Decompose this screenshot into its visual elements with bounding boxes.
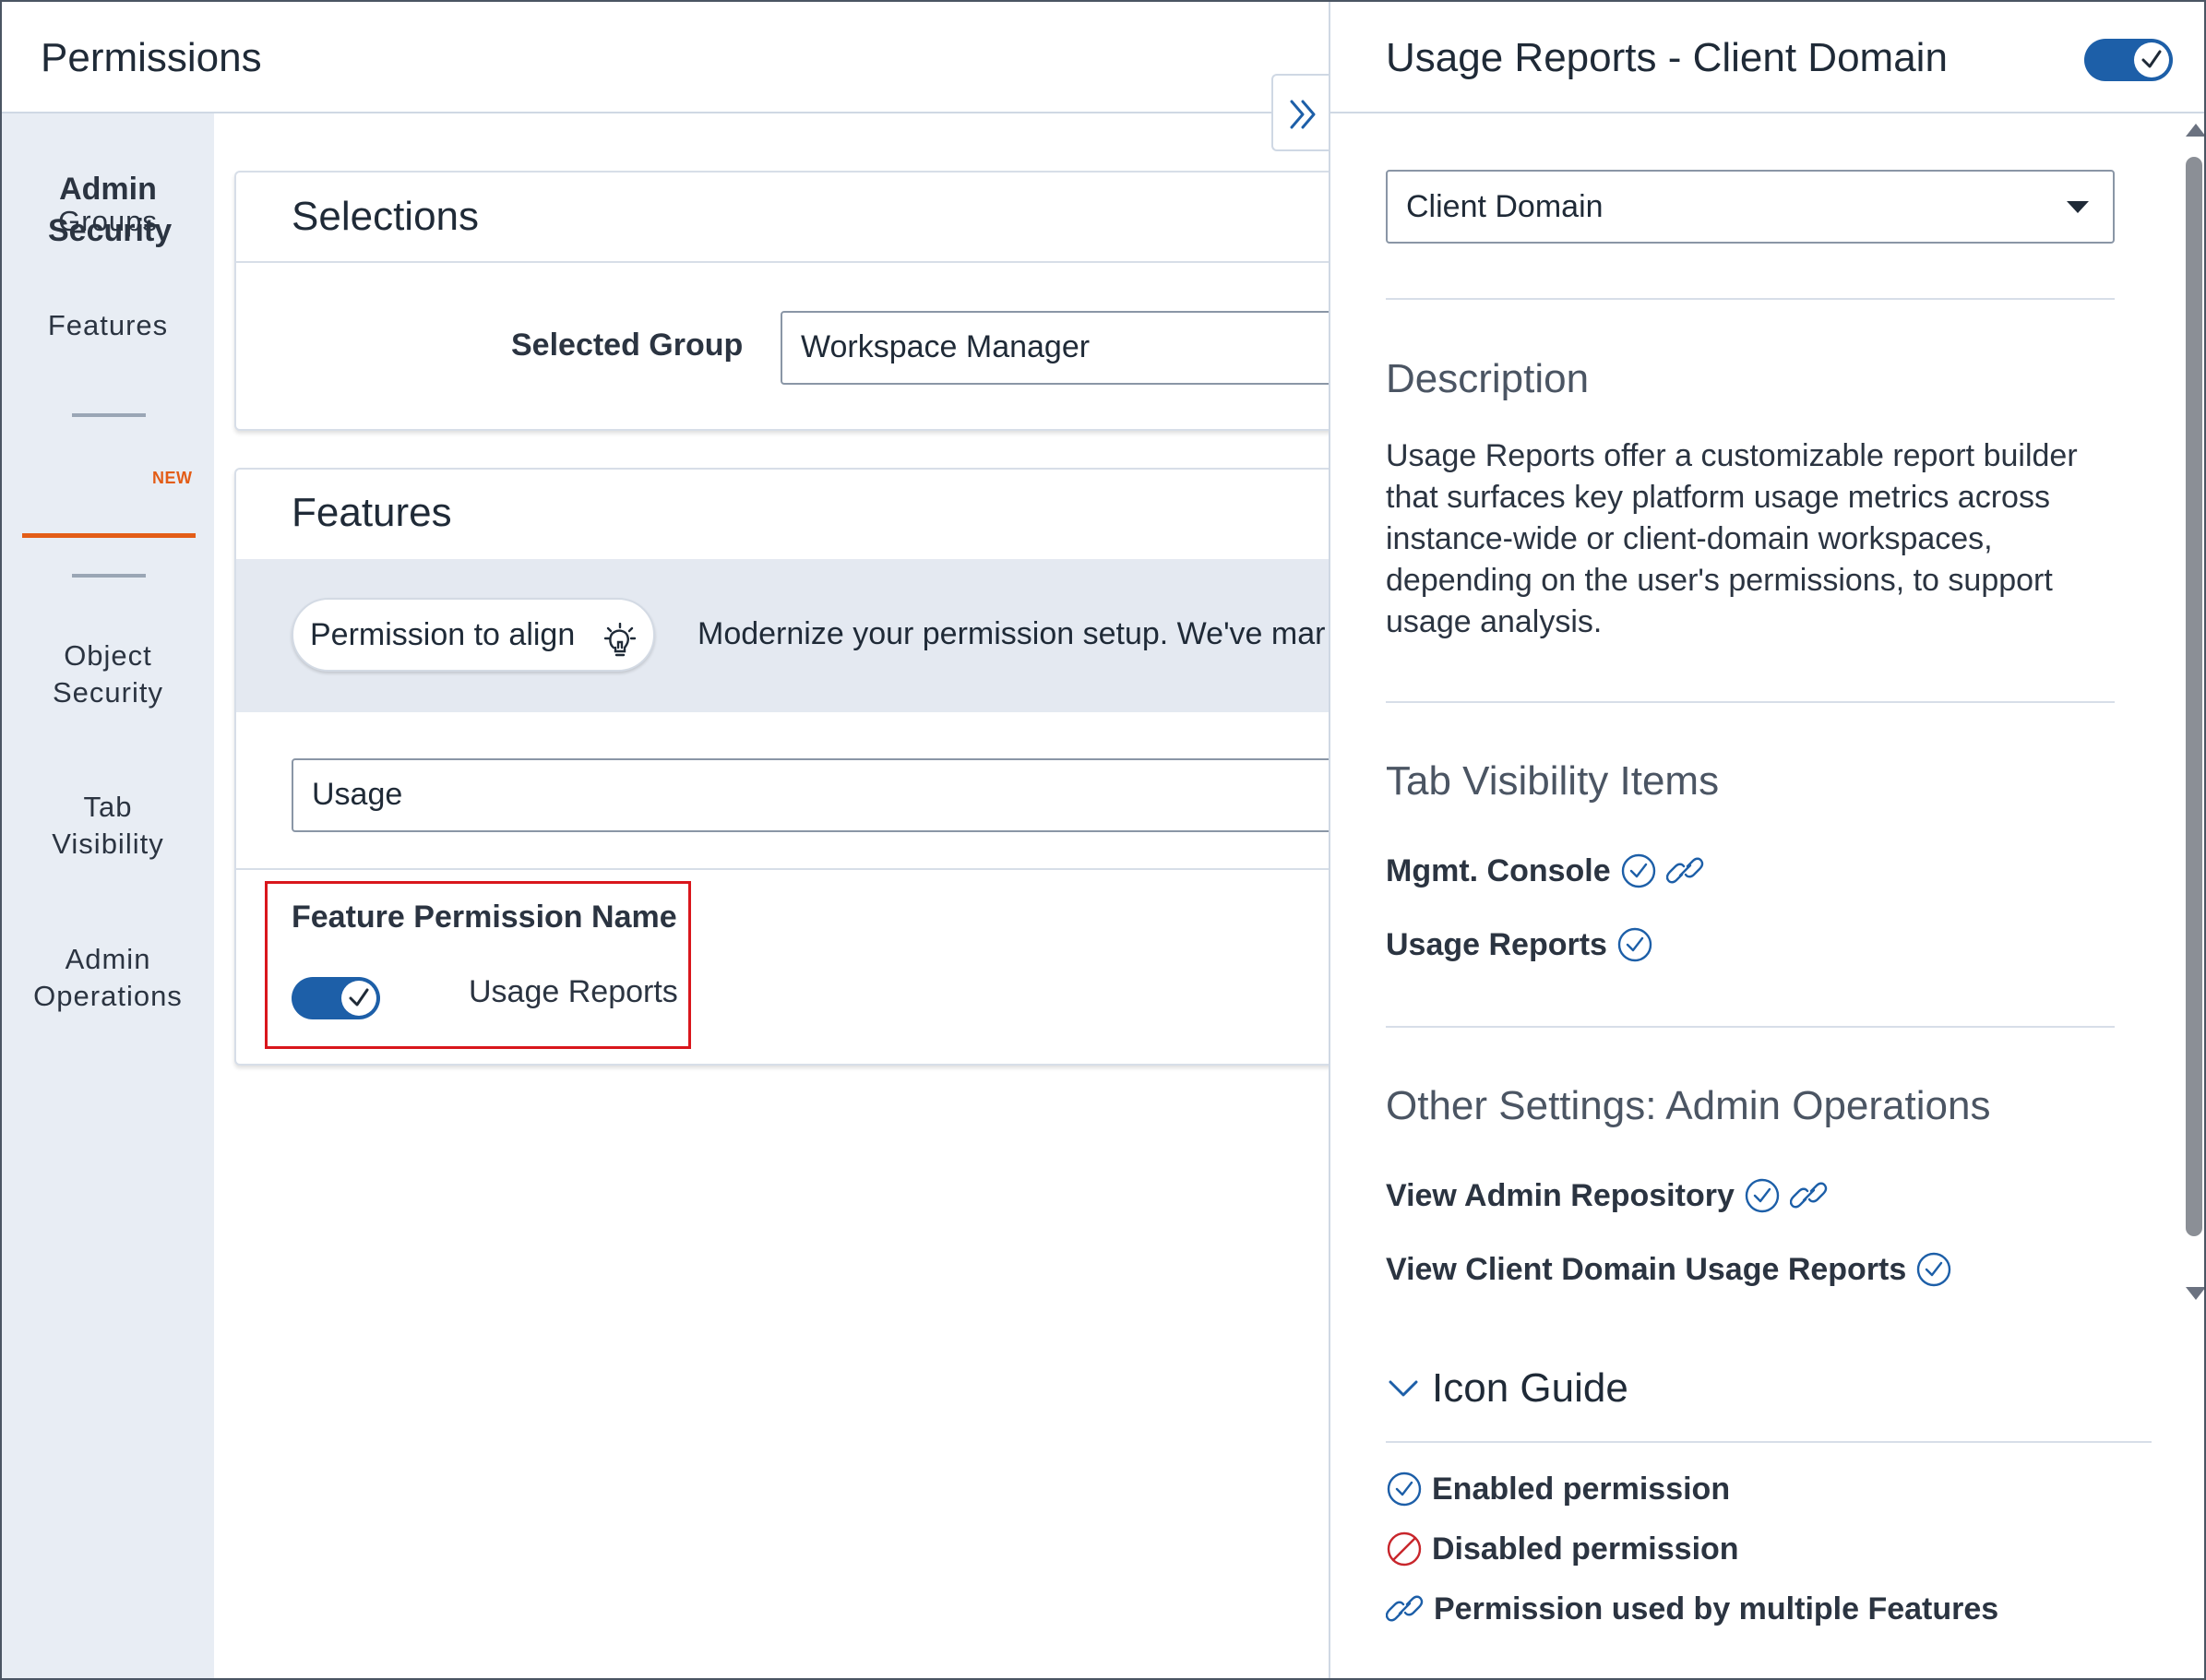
enabled-check-icon <box>1744 1177 1781 1214</box>
panel-scrollbar[interactable] <box>2179 120 2204 1310</box>
double-chevron-right-icon <box>1290 100 1316 129</box>
check-icon <box>2141 50 2162 68</box>
caret-down-icon <box>2067 201 2089 213</box>
app-window: Permissions Admin Security Groups Featur… <box>0 0 2206 1680</box>
top-bar: Permissions <box>2 2 1329 113</box>
permission-to-align-button[interactable]: Permission to align <box>292 598 655 672</box>
features-title: Features <box>292 490 452 535</box>
icon-guide-item: Permission used by multiple Features <box>1386 1591 1998 1627</box>
selected-group-label: Selected Group <box>511 328 744 363</box>
description-text: Usage Reports offer a customizable repor… <box>1386 438 2078 639</box>
scroll-down-arrow-icon[interactable] <box>2186 1287 2204 1300</box>
selections-title: Selections <box>292 194 480 239</box>
link-icon[interactable] <box>1665 852 1705 889</box>
description-title: Description <box>1386 356 1590 401</box>
tab-visibility-item: Mgmt. Console <box>1386 849 1705 893</box>
scope-select[interactable]: Client Domain <box>1386 170 2115 244</box>
other-settings-title: Other Settings: Admin Operations <box>1386 1083 1991 1128</box>
main-content: Selections Selected Group Workspace Mana… <box>214 113 1519 1678</box>
nav-separator <box>72 574 146 578</box>
panel-enable-toggle[interactable] <box>2084 39 2173 81</box>
other-settings-item: View Admin Repository <box>1386 1174 1829 1218</box>
banner-message: Modernize your permission setup. We've m… <box>698 616 1326 651</box>
icon-guide-item: Disabled permission <box>1386 1531 1739 1567</box>
collapse-panel-button[interactable] <box>1271 74 1329 151</box>
card-divider <box>236 868 1432 870</box>
nav-item-features[interactable]: Features <box>2 307 214 344</box>
page-title: Permissions <box>41 35 262 80</box>
lightbulb-icon <box>602 616 638 686</box>
divider <box>1386 701 2115 703</box>
nav-item-tab-visibility[interactable]: Tab Visibility <box>2 789 214 863</box>
feature-search-input[interactable]: Usage <box>292 758 1454 832</box>
tab-visibility-title: Tab Visibility Items <box>1386 758 1720 804</box>
panel-header: Usage Reports - Client Domain <box>1330 2 2204 113</box>
nav-item-admin-operations[interactable]: Admin Operations <box>2 941 214 1015</box>
icon-guide-title[interactable]: Icon Guide <box>1432 1365 1628 1412</box>
highlight-box <box>265 881 691 1049</box>
chevron-down-icon[interactable] <box>1388 1378 1419 1403</box>
link-icon[interactable] <box>1789 1177 1829 1214</box>
divider <box>1386 1026 2115 1028</box>
enabled-check-icon <box>1386 1471 1423 1507</box>
tab-visibility-item: Usage Reports <box>1386 923 1653 967</box>
detail-panel: Usage Reports - Client Domain Client Dom… <box>1329 2 2204 1678</box>
side-nav: Admin Security Groups Features NEW Objec… <box>2 113 214 1678</box>
info-banner: Permission to align Modernize your permi… <box>236 559 1432 712</box>
disabled-icon <box>1386 1531 1423 1567</box>
toggle-knob <box>2134 42 2169 77</box>
enabled-check-icon <box>1620 852 1657 889</box>
divider <box>1386 298 2115 300</box>
nav-item-groups[interactable]: Groups <box>2 203 214 240</box>
enabled-check-icon <box>1616 926 1653 963</box>
link-icon <box>1386 1591 1425 1627</box>
new-badge: NEW <box>152 469 193 487</box>
other-settings-item: View Client Domain Usage Reports <box>1386 1247 1952 1292</box>
scroll-up-arrow-icon[interactable] <box>2186 124 2204 137</box>
enabled-check-icon <box>1915 1251 1952 1288</box>
selections-card: Selections Selected Group Workspace Mana… <box>234 171 1519 431</box>
nav-separator <box>72 413 146 417</box>
icon-guide-item: Enabled permission <box>1386 1471 1730 1507</box>
panel-title: Usage Reports - Client Domain <box>1386 35 1948 80</box>
scrollbar-thumb[interactable] <box>2186 157 2202 1236</box>
card-divider <box>236 261 1432 263</box>
nav-active-indicator <box>22 533 196 538</box>
nav-item-object-security[interactable]: Object Security <box>2 637 214 711</box>
divider <box>1386 1441 2152 1443</box>
